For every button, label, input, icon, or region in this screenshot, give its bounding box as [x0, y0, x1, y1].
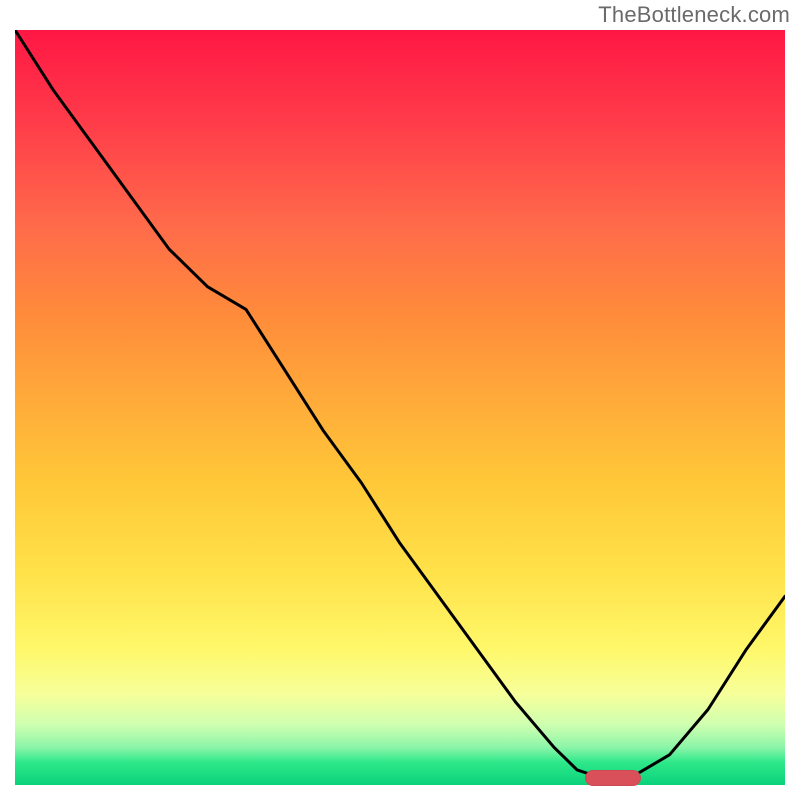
- bottleneck-curve: [15, 30, 785, 785]
- watermark-text: TheBottleneck.com: [598, 2, 790, 28]
- plot-area: [15, 30, 785, 785]
- curve-path: [15, 30, 785, 778]
- minimum-marker: [585, 770, 641, 786]
- chart-stage: TheBottleneck.com: [0, 0, 800, 800]
